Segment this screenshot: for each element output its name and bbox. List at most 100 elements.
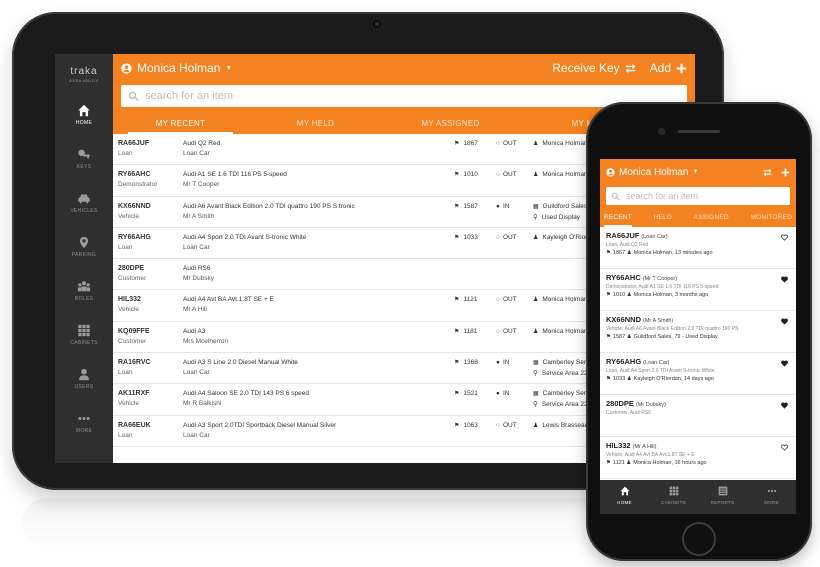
- tag-icon: ⚑: [454, 328, 460, 335]
- list-item[interactable]: RA66JUF (Loan Car) Loan, Audi Q2 Red ⚑ 1867 …: [600, 227, 796, 269]
- tag-icon: ⚑: [606, 376, 611, 382]
- row-location: ♟ Kayleigh O'Riord: [533, 234, 591, 241]
- row-owner: Mrs Mcelherron: [183, 337, 229, 345]
- search-input[interactable]: [145, 90, 649, 102]
- phone-search-input[interactable]: [626, 191, 788, 201]
- row-location-label: Monica Holman,: [542, 171, 590, 179]
- swap-icon[interactable]: [763, 168, 772, 177]
- row-location-label: Monica Holman,: [542, 327, 590, 335]
- sidebar-item-roles[interactable]: ROLES: [55, 280, 113, 320]
- circle-outline-icon: ○: [496, 140, 500, 147]
- row-sublocation-label: Used Display: [541, 213, 581, 221]
- person-icon: ♟: [533, 234, 539, 241]
- sidebar-item-keys[interactable]: KEYS: [55, 148, 113, 188]
- favorite-heart-icon[interactable]: [781, 444, 788, 451]
- tab-my-recent[interactable]: MY RECENT: [113, 114, 248, 134]
- tag-icon: ⚑: [454, 391, 460, 398]
- chevron-down-icon: ▼: [225, 64, 233, 72]
- favorite-heart-icon[interactable]: [781, 276, 788, 283]
- tab-held[interactable]: HELD: [654, 209, 672, 227]
- row-owner: Loan Car: [183, 243, 210, 251]
- tab-assigned[interactable]: ASSIGNED: [694, 209, 729, 227]
- row-status-label: IN: [502, 390, 510, 398]
- chevron-down-icon: ▼: [692, 169, 699, 175]
- row-tag-number: 1121: [463, 296, 478, 304]
- nav-home[interactable]: HOME: [600, 480, 649, 514]
- row-owner: Loan Car: [183, 150, 210, 157]
- nav-cabinets[interactable]: CABINETS: [649, 480, 698, 514]
- plus-icon[interactable]: [781, 168, 790, 177]
- tab-my-assigned[interactable]: MY ASSIGNED: [383, 114, 518, 134]
- swap-icon: [625, 63, 635, 73]
- item-registration: HIL332: [606, 441, 631, 450]
- search-icon: [611, 192, 620, 200]
- item-detail: ⚑ 1121 ♟ Monica Holman, 16 hours ago: [606, 460, 790, 466]
- sidebar-item-parking[interactable]: PARKING: [55, 236, 113, 276]
- phone-home-button[interactable]: [682, 522, 716, 556]
- phone-camera: [658, 128, 665, 135]
- item-detail: ⚑ 1033 ♟ Kayleigh O'Riordan, 14 days ago: [606, 376, 790, 382]
- sidebar-item-vehicles[interactable]: VEHICLES: [55, 192, 113, 232]
- item-detail: ⚑ 1010 ♟ Monica Holman, 3 months ago: [606, 292, 790, 298]
- list-item[interactable]: 280DPE (Mr Dubsky) Customer, Audi RS6: [600, 395, 796, 437]
- sidebar-item-label: USERS: [74, 384, 94, 390]
- row-registration: RA16RVC: [118, 359, 151, 367]
- row-status: ○ OUT: [496, 140, 517, 147]
- person-icon: ♟: [533, 172, 539, 179]
- sidebar-item-cabinets[interactable]: CABINETS: [55, 324, 113, 364]
- item-detail-text: Kayleigh O'Riordan, 14 days ago: [633, 376, 714, 382]
- favorite-heart-icon[interactable]: [781, 234, 788, 241]
- sidebar-item-label: ROLES: [74, 296, 94, 302]
- phone-header: Monica Holman ▼: [600, 159, 796, 185]
- row-tag: ⚑ 1063: [454, 422, 478, 429]
- phone-user-name[interactable]: Monica Holman: [619, 167, 688, 178]
- user-menu[interactable]: Monica Holman ▼: [121, 61, 232, 75]
- item-subtitle: Loan, Audi A4 Sport 2.0 TDI Avant S-tron…: [606, 368, 715, 374]
- row-location-label: Camberley Servi: [542, 359, 591, 367]
- cabinet-icon: ▦: [533, 360, 539, 367]
- add-button[interactable]: Add: [650, 61, 687, 75]
- row-location: ♟ Monica Holman,: [533, 296, 589, 303]
- sidebar-item-users[interactable]: USERS: [55, 368, 113, 408]
- list-item[interactable]: RY66AHC (Mr T Cooper) Demonstrator, Audi A…: [600, 269, 796, 311]
- row-owner: Mr A Smith: [183, 212, 215, 220]
- nav-more[interactable]: MORE: [747, 480, 796, 514]
- favorite-heart-icon[interactable]: [781, 360, 788, 367]
- row-tag: ⚑ 1521: [454, 390, 478, 397]
- row-description: Audi A3 S Line 2.0 Diesel Manual White: [183, 359, 298, 367]
- user-circle-icon: [121, 62, 132, 74]
- sidebar-item-home[interactable]: HOME: [55, 104, 113, 144]
- row-owner: Mr R Balkishi: [183, 400, 222, 408]
- tab-monitored[interactable]: MONITORED: [751, 209, 792, 227]
- circle-outline-icon: ○: [496, 421, 500, 429]
- item-tag: 1867: [612, 250, 626, 256]
- favorite-heart-icon[interactable]: [781, 402, 788, 409]
- item-detail-text: Monica Holman, 13 minutes ago: [633, 250, 713, 256]
- sidebar-item-more[interactable]: MORE: [55, 412, 113, 452]
- row-tag-number: 1368: [463, 359, 478, 367]
- list-item[interactable]: RY66AHG (Loan Car) Loan, Audi A4 Sport 2.0…: [600, 353, 796, 395]
- list-item[interactable]: HIL332 (Mr A Hill) Vehicle, Audi A4 Avt BA…: [600, 437, 796, 479]
- grid-icon: [669, 486, 678, 496]
- row-sublocation-label: Service Area 22: [541, 370, 588, 378]
- user-name: Monica Holman: [137, 61, 221, 75]
- circle-outline-icon: ○: [496, 296, 500, 304]
- brand-name: traka: [70, 66, 98, 77]
- home-icon: [620, 486, 629, 496]
- receive-key-button[interactable]: Receive Key: [552, 61, 635, 75]
- row-owner: Loan Car: [183, 431, 210, 439]
- item-tag: 1010: [612, 292, 626, 298]
- tab-my-held[interactable]: MY HELD: [248, 114, 383, 134]
- nav-label: CABINETS: [661, 500, 686, 505]
- row-registration: RY66AHC: [118, 171, 151, 179]
- item-title: RY66AHC (Mr T Cooper): [606, 273, 790, 282]
- nav-reports[interactable]: REPORTS: [698, 480, 747, 514]
- item-title: 280DPE (Mr Dubsky): [606, 399, 790, 408]
- list-item[interactable]: KX66NND (Mr A Smith) Vehicle, Audi A6 Avan…: [600, 311, 796, 353]
- tab-recent[interactable]: RECENT: [604, 209, 632, 227]
- sidebar-item-label: MORE: [75, 428, 93, 434]
- tag-icon: ⚑: [454, 141, 460, 147]
- favorite-heart-icon[interactable]: [781, 318, 788, 325]
- group-icon: [77, 281, 91, 292]
- person-icon: ♟: [626, 292, 632, 298]
